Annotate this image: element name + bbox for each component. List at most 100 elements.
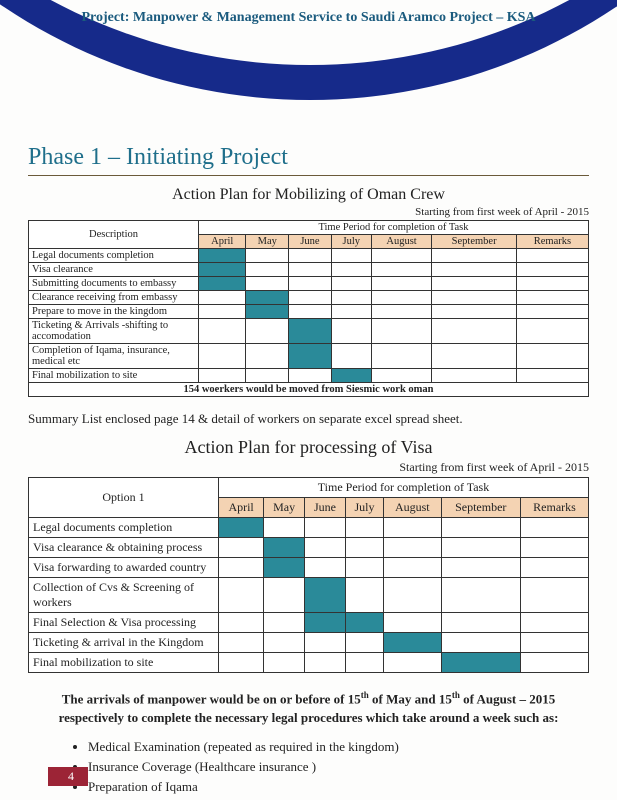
page-title: Phase 1 – Initiating Project: [28, 144, 589, 171]
gantt-cell: [371, 291, 432, 305]
gantt-cell: [441, 558, 520, 578]
gantt-cell: [199, 263, 246, 277]
gantt-cell: [345, 538, 383, 558]
gantt-cell: [441, 578, 520, 613]
gantt-cell: [441, 518, 520, 538]
table-row: Clearance receiving from embassy: [29, 291, 589, 305]
gantt-cell: [219, 558, 264, 578]
gantt-cell: [264, 578, 305, 613]
gantt-cell: [219, 578, 264, 613]
gantt-cell: [441, 613, 520, 633]
gantt-cell: [264, 558, 305, 578]
gantt-cell: [371, 369, 432, 383]
task-label: Visa clearance & obtaining process: [29, 538, 219, 558]
gantt-cell: [305, 633, 346, 653]
gantt-cell: [384, 538, 442, 558]
gantt-cell: [441, 538, 520, 558]
table-row: Final mobilization to site: [29, 369, 589, 383]
gantt-cell: [345, 518, 383, 538]
month-header: June: [289, 235, 332, 249]
gantt-cell: [520, 518, 588, 538]
gantt-cell: [219, 653, 264, 673]
gantt-cell: [199, 305, 246, 319]
gantt-cell: [289, 277, 332, 291]
gantt-cell: [331, 369, 371, 383]
gantt-cell: [289, 344, 332, 369]
table-row: Submitting documents to embassy: [29, 277, 589, 291]
gantt-cell: [432, 291, 516, 305]
gantt-cell: [305, 653, 346, 673]
gantt-cell: [384, 518, 442, 538]
table-row: Ticketing & Arrivals -shifting to accomo…: [29, 319, 589, 344]
gantt-cell: [289, 319, 332, 344]
gantt-cell: [432, 263, 516, 277]
gantt-cell: [199, 369, 246, 383]
table1: Description Time Period for completion o…: [28, 220, 589, 397]
gantt-cell: [264, 633, 305, 653]
task-label: Final mobilization to site: [29, 369, 199, 383]
gantt-cell: [219, 633, 264, 653]
table-row: Collection of Cvs & Screening of workers: [29, 578, 589, 613]
bullet-list: Medical Examination (repeated as require…: [88, 739, 589, 795]
gantt-cell: [305, 538, 346, 558]
table2-desc-header: Option 1: [29, 478, 219, 518]
gantt-cell: [246, 249, 289, 263]
gantt-cell: [432, 369, 516, 383]
task-label: Ticketing & Arrivals -shifting to accomo…: [29, 319, 199, 344]
month-header: August: [384, 498, 442, 518]
gantt-cell: [441, 633, 520, 653]
table1-title: Action Plan for Mobilizing of Oman Crew: [28, 186, 589, 204]
task-label: Completion of Iqama, insurance, medical …: [29, 344, 199, 369]
gantt-cell: [289, 305, 332, 319]
gantt-cell: [264, 518, 305, 538]
month-header: September: [441, 498, 520, 518]
gantt-cell: [219, 613, 264, 633]
gantt-cell: [516, 305, 588, 319]
table-row: Prepare to move in the kingdom: [29, 305, 589, 319]
gantt-cell: [331, 249, 371, 263]
task-label: Submitting documents to embassy: [29, 277, 199, 291]
gantt-cell: [516, 319, 588, 344]
gantt-cell: [331, 291, 371, 305]
month-header: Remarks: [520, 498, 588, 518]
gantt-cell: [331, 277, 371, 291]
gantt-cell: [520, 613, 588, 633]
gantt-cell: [199, 291, 246, 305]
gantt-cell: [331, 344, 371, 369]
gantt-cell: [384, 653, 442, 673]
list-item: Preparation of Iqama: [88, 779, 589, 795]
gantt-cell: [371, 277, 432, 291]
list-item: Medical Examination (repeated as require…: [88, 739, 589, 755]
month-header: Remarks: [516, 235, 588, 249]
gantt-cell: [246, 263, 289, 277]
project-title: Project: Manpower & Management Service t…: [0, 10, 617, 26]
gantt-cell: [516, 291, 588, 305]
gantt-cell: [199, 319, 246, 344]
gantt-cell: [246, 344, 289, 369]
gantt-cell: [371, 305, 432, 319]
task-label: Final Selection & Visa processing: [29, 613, 219, 633]
month-header: May: [246, 235, 289, 249]
gantt-cell: [520, 633, 588, 653]
gantt-cell: [289, 291, 332, 305]
month-header: April: [219, 498, 264, 518]
arrivals-text: The arrivals of manpower would be on or …: [36, 689, 581, 727]
gantt-cell: [246, 277, 289, 291]
gantt-cell: [289, 369, 332, 383]
table2-period-header: Time Period for completion of Task: [219, 478, 589, 498]
table1-desc-header: Description: [29, 221, 199, 249]
table-row: Visa clearance & obtaining process: [29, 538, 589, 558]
gantt-cell: [345, 558, 383, 578]
gantt-cell: [516, 344, 588, 369]
gantt-cell: [384, 633, 442, 653]
gantt-cell: [219, 518, 264, 538]
gantt-cell: [371, 344, 432, 369]
table1-startnote: Starting from first week of April - 2015: [28, 206, 589, 218]
gantt-cell: [516, 249, 588, 263]
gantt-cell: [246, 369, 289, 383]
gantt-cell: [432, 249, 516, 263]
gantt-cell: [371, 249, 432, 263]
task-label: Visa forwarding to awarded country: [29, 558, 219, 578]
gantt-cell: [331, 305, 371, 319]
task-label: Final mobilization to site: [29, 653, 219, 673]
